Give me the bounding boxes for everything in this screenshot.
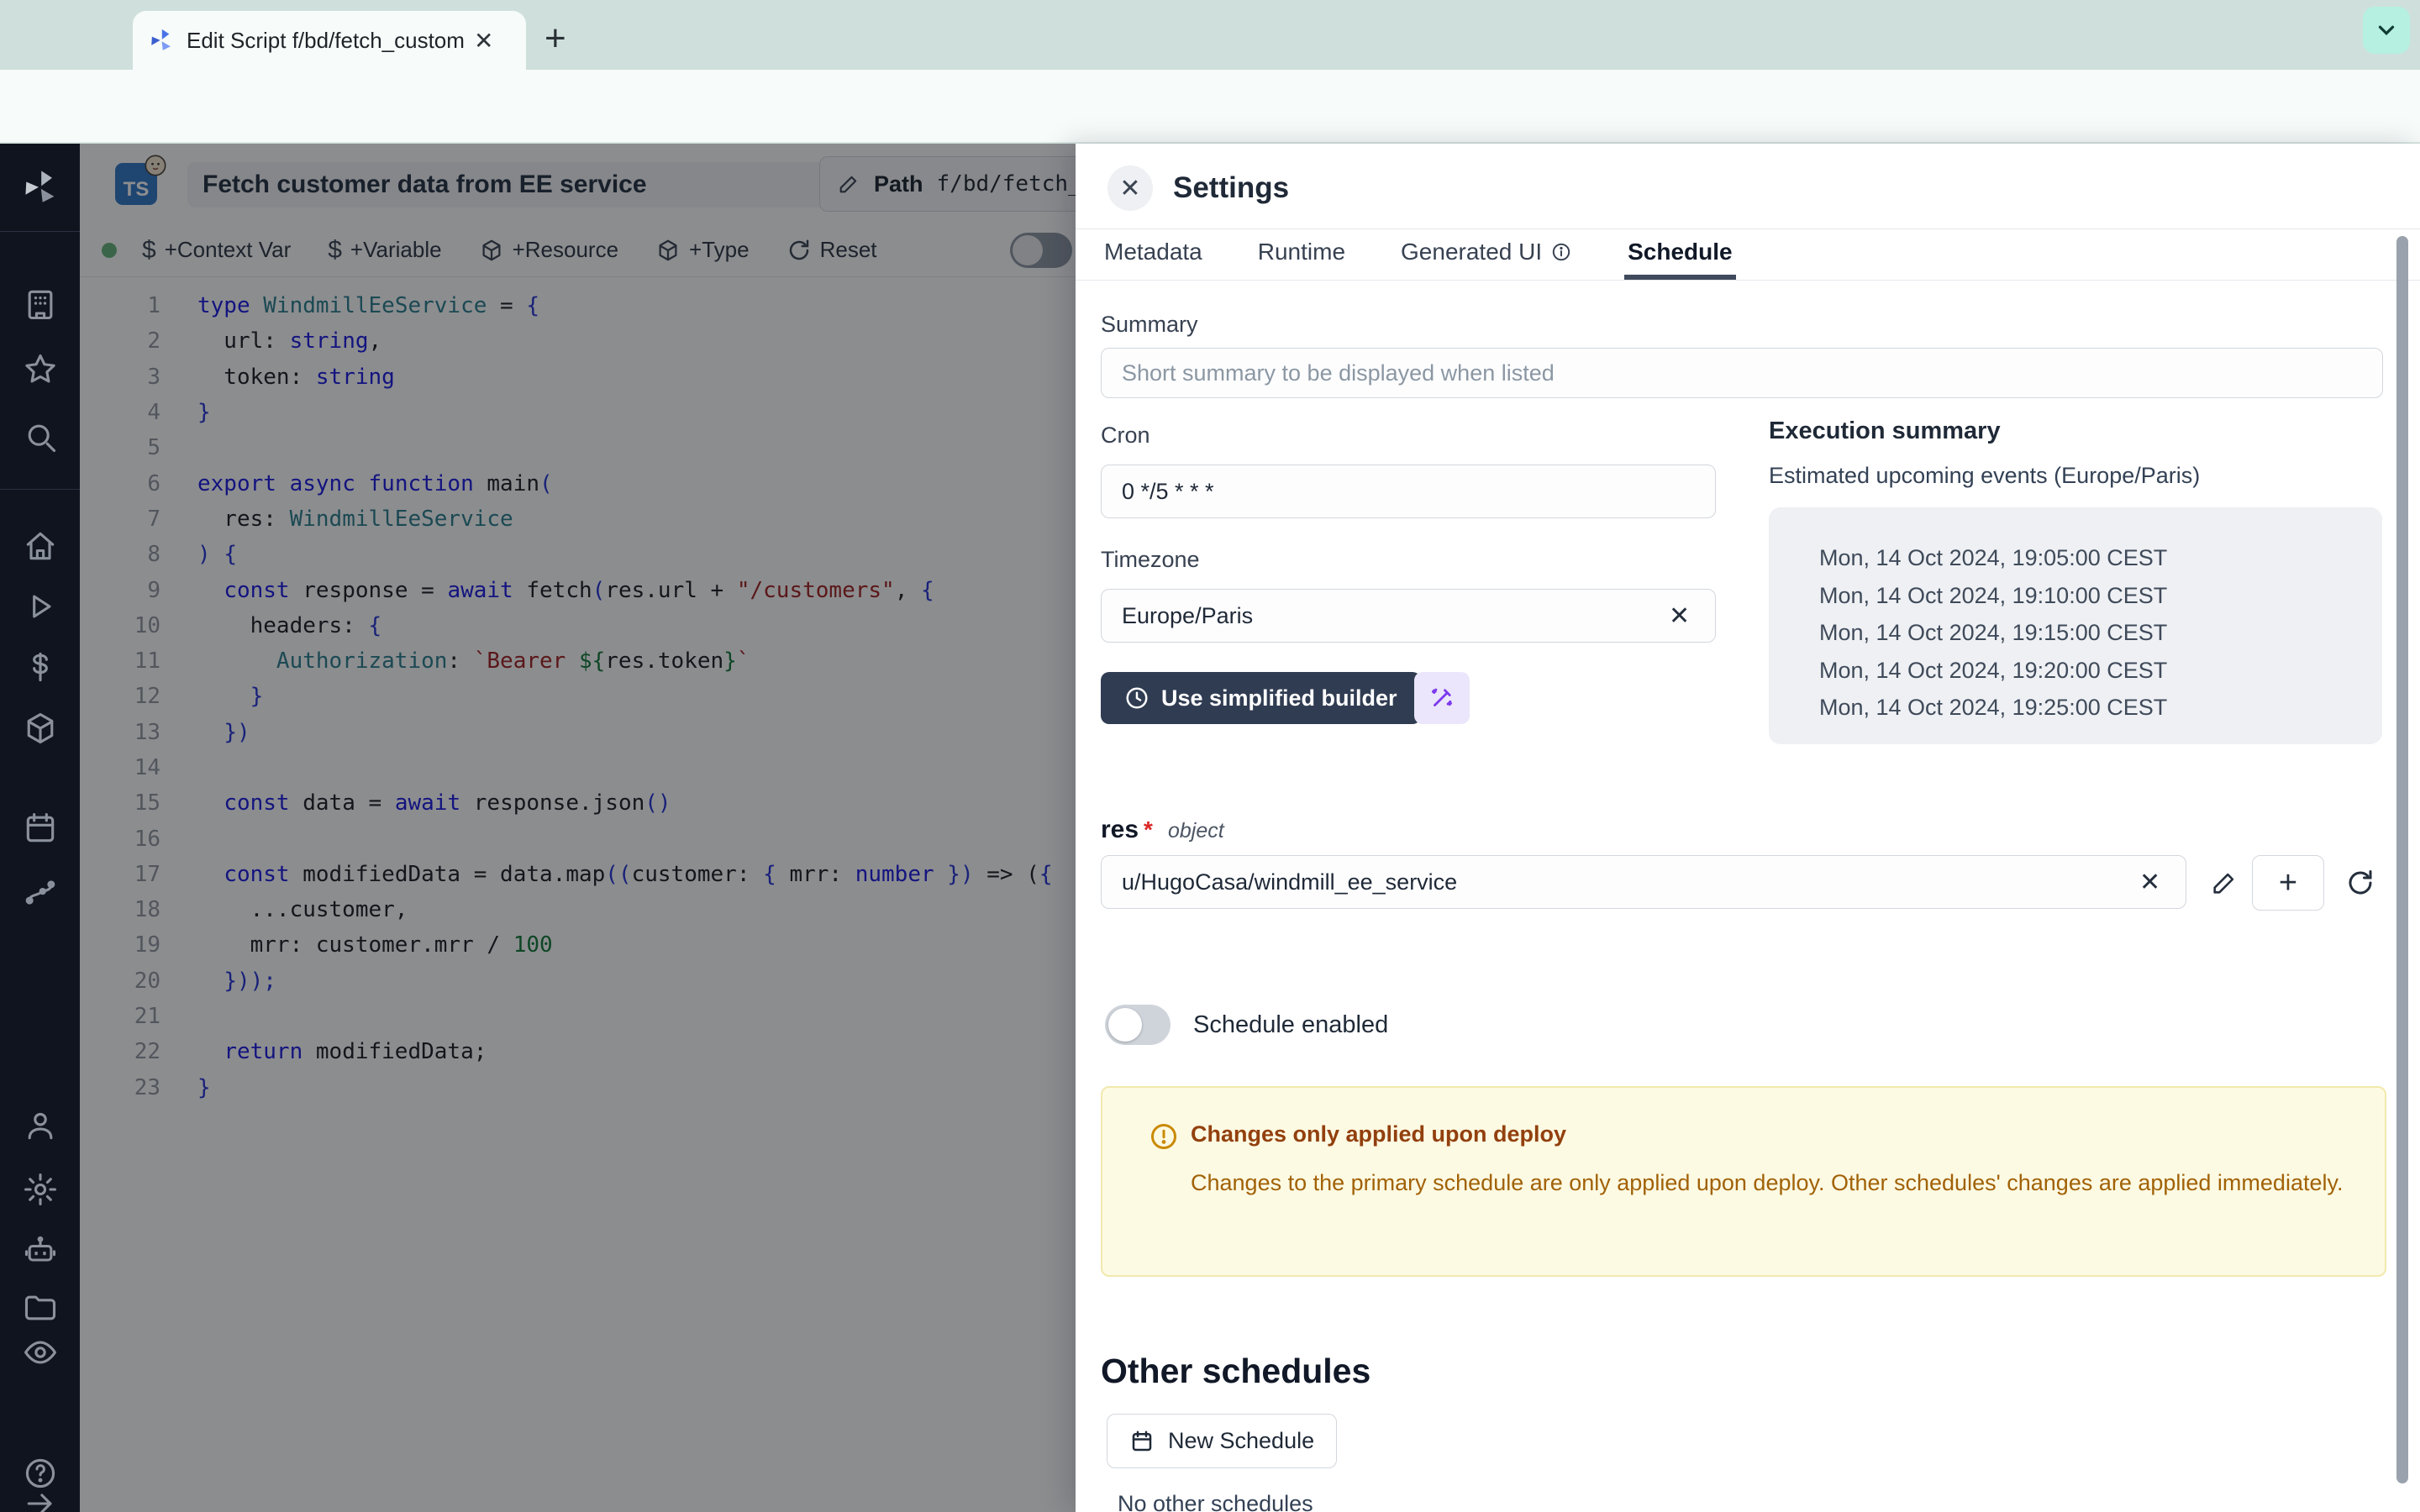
folders-icon[interactable] (22, 1289, 59, 1326)
info-icon (1550, 241, 1572, 263)
summary-label: Summary (1101, 312, 1198, 338)
tab-schedule[interactable]: Schedule (1624, 229, 1735, 280)
timezone-clear-icon[interactable]: ✕ (1669, 601, 1690, 631)
user-icon[interactable] (22, 1107, 59, 1144)
warning-icon (1149, 1121, 1179, 1152)
res-type: object (1168, 819, 1224, 843)
upcoming-event: Mon, 14 Oct 2024, 19:20:00 CEST (1819, 652, 2382, 690)
execution-summary-title: Execution summary (1769, 417, 2001, 445)
upcoming-event: Mon, 14 Oct 2024, 19:25:00 CEST (1819, 689, 2382, 727)
workers-icon[interactable] (22, 1232, 59, 1269)
panel-scrollbar[interactable] (2396, 236, 2408, 1483)
schedule-enabled-label: Schedule enabled (1193, 1011, 1388, 1039)
timezone-label: Timezone (1101, 547, 1200, 573)
new-schedule-button[interactable]: New Schedule (1107, 1414, 1337, 1468)
tab-generated-ui[interactable]: Generated UI (1397, 229, 1576, 280)
summary-input[interactable] (1101, 348, 2383, 398)
clock-icon (1124, 685, 1150, 711)
tab-title: Edit Script f/bd/fetch_custom (187, 28, 464, 54)
screen: Edit Script f/bd/fetch_custom ✕ + app.wi… (0, 0, 2420, 1512)
magic-wand-icon (1428, 684, 1456, 712)
collapse-icon[interactable] (22, 1485, 59, 1512)
cron-input[interactable] (1101, 465, 1716, 518)
schedules-icon[interactable] (22, 810, 59, 847)
settings-icon[interactable] (22, 1171, 59, 1208)
upcoming-event: Mon, 14 Oct 2024, 19:05:00 CEST (1819, 539, 2382, 577)
browser-tab-strip: Edit Script f/bd/fetch_custom ✕ + (0, 0, 2420, 70)
new-tab-button[interactable]: + (544, 22, 566, 55)
favorites-icon[interactable] (22, 351, 59, 388)
browser-tab[interactable]: Edit Script f/bd/fetch_custom ✕ (133, 11, 526, 70)
res-edit-pencil-icon[interactable] (2203, 862, 2245, 904)
flows-icon[interactable] (22, 874, 59, 911)
no-other-schedules-text: No other schedules (1118, 1491, 1313, 1512)
sidebar-divider (0, 489, 80, 490)
resources-icon[interactable] (22, 710, 59, 747)
windmill-favicon (148, 27, 175, 54)
sidebar-divider (0, 231, 80, 232)
close-icon[interactable]: ✕ (1107, 165, 1153, 211)
home-icon[interactable] (22, 528, 59, 564)
res-field-label: res * object (1101, 816, 1224, 844)
res-resource-input[interactable] (1101, 855, 2186, 909)
search-icon[interactable] (22, 418, 59, 455)
simplified-builder-button[interactable]: Use simplified builder (1101, 672, 1421, 724)
upcoming-event: Mon, 14 Oct 2024, 19:15:00 CEST (1819, 614, 2382, 652)
required-asterisk: * (1144, 816, 1153, 843)
audit-icon[interactable] (22, 1334, 59, 1371)
settings-drawer: ✕ Settings Metadata Runtime Generated UI Sc… (1076, 144, 2420, 1512)
modal-dim-overlay (80, 144, 1076, 1512)
app-sidebar (0, 144, 80, 1512)
settings-title: Settings (1173, 171, 1289, 205)
warning-title: Changes only applied upon deploy (1191, 1121, 1566, 1147)
workspace-icon[interactable] (22, 286, 59, 323)
upcoming-event: Mon, 14 Oct 2024, 19:10:00 CEST (1819, 577, 2382, 615)
chevron-down-icon (2374, 18, 2399, 43)
res-add-button[interactable]: + (2252, 855, 2324, 911)
execution-summary-subtitle: Estimated upcoming events (Europe/Paris) (1769, 463, 2200, 489)
divider (1076, 280, 2420, 281)
calendar-icon (1129, 1429, 1155, 1454)
other-schedules-title: Other schedules (1101, 1352, 1370, 1391)
tab-runtime[interactable]: Runtime (1255, 229, 1349, 280)
tab-metadata[interactable]: Metadata (1101, 229, 1206, 280)
script-editor-region: TS Fetch customer data from EE service P… (80, 144, 1076, 1512)
simplified-builder-label: Use simplified builder (1161, 685, 1397, 711)
res-name: res (1101, 816, 1139, 844)
ai-cron-button[interactable] (1414, 672, 1470, 724)
cron-label: Cron (1101, 423, 1150, 449)
res-clear-icon[interactable]: ✕ (2139, 868, 2160, 897)
runs-icon[interactable] (22, 588, 59, 625)
variables-icon[interactable] (22, 648, 59, 685)
schedule-enabled-toggle[interactable] (1105, 1005, 1171, 1045)
browser-toolbar: app.windmill.dev/scripts/edit/f/bd/fetch… (0, 70, 2420, 143)
res-refresh-icon[interactable] (2339, 862, 2381, 904)
windmill-logo[interactable] (20, 167, 60, 207)
upcoming-events-box: Mon, 14 Oct 2024, 19:05:00 CESTMon, 14 O… (1769, 507, 2382, 744)
new-schedule-label: New Schedule (1168, 1428, 1314, 1454)
settings-tabs: Metadata Runtime Generated UI Schedule (1101, 229, 1736, 280)
timezone-input[interactable] (1101, 589, 1716, 643)
window-chevron-button[interactable] (2363, 7, 2410, 54)
tab-close-icon[interactable]: ✕ (474, 27, 493, 55)
warning-body: Changes to the primary schedule are only… (1191, 1165, 2350, 1200)
deploy-warning-box: Changes only applied upon deploy Changes… (1101, 1086, 2386, 1277)
